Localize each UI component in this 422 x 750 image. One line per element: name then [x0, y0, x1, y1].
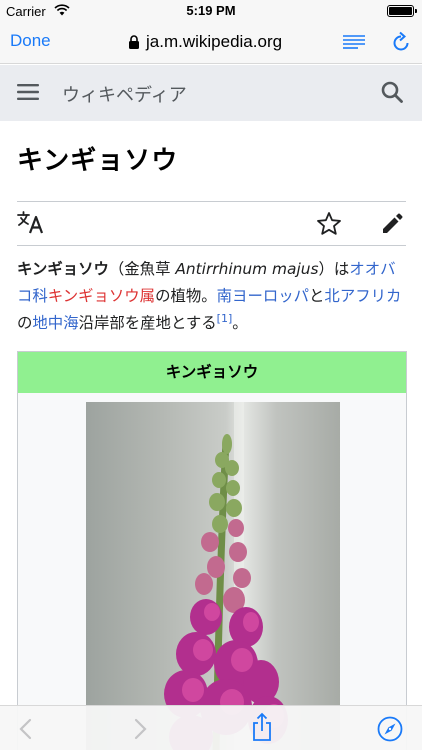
menu-icon[interactable] [17, 83, 39, 101]
article-term: キンギョソウ [17, 260, 109, 278]
divider [17, 245, 406, 246]
watch-star-icon[interactable] [316, 211, 342, 237]
status-time: 5:19 PM [186, 3, 236, 18]
battery-icon [387, 5, 417, 17]
url-text: ja.m.wikipedia.org [146, 32, 283, 51]
lead-text: （金魚草 [108, 260, 176, 278]
divider [17, 201, 406, 202]
safari-toolbar: Done ja.m.wikipedia.org [0, 22, 422, 64]
done-button[interactable]: Done [10, 31, 51, 51]
lead-text: の植物。 [155, 287, 217, 305]
status-bar: Carrier 5:19 PM [0, 0, 422, 22]
footnote-ref[interactable]: [1] [217, 312, 233, 325]
address-bar[interactable]: ja.m.wikipedia.org [128, 30, 282, 54]
edit-pencil-icon[interactable] [380, 212, 404, 236]
lead-text: ）は [318, 260, 350, 278]
infobox: キンギョソウ [17, 351, 407, 750]
page-title: キンギョソウ [17, 146, 179, 176]
back-chevron-icon[interactable] [18, 718, 32, 740]
lead-paragraph: キンギョソウ（金魚草 Antirrhinum majus）はオオバコ科キンギョソ… [17, 256, 407, 337]
language-icon[interactable] [17, 211, 45, 235]
forward-chevron-icon[interactable] [134, 718, 148, 740]
lead-text: 。 [232, 314, 248, 332]
scientific-name: Antirrhinum majus [175, 260, 319, 278]
infobox-title: キンギョソウ [18, 352, 406, 393]
lead-text: と [309, 287, 325, 305]
lock-icon [129, 35, 139, 49]
link-north-africa[interactable]: 北アフリカ [324, 287, 401, 305]
link-genus[interactable]: キンギョソウ属 [48, 287, 155, 305]
wiki-site-title[interactable]: ウィキペディア [62, 81, 187, 107]
compass-icon[interactable] [377, 716, 403, 742]
search-icon[interactable] [381, 81, 403, 103]
bottom-toolbar [0, 705, 422, 750]
snapdragon-photo[interactable] [86, 402, 340, 750]
reload-icon[interactable] [391, 31, 411, 53]
wiki-header: ウィキペディア [0, 65, 422, 121]
link-south-europe[interactable]: 南ヨーロッパ [217, 287, 309, 305]
share-icon[interactable] [251, 712, 273, 742]
link-mediterranean[interactable]: 地中海 [32, 314, 78, 332]
lead-text: の [17, 314, 33, 332]
reader-view-icon[interactable] [342, 34, 366, 50]
lead-text: 沿岸部を産地とする [78, 314, 217, 332]
